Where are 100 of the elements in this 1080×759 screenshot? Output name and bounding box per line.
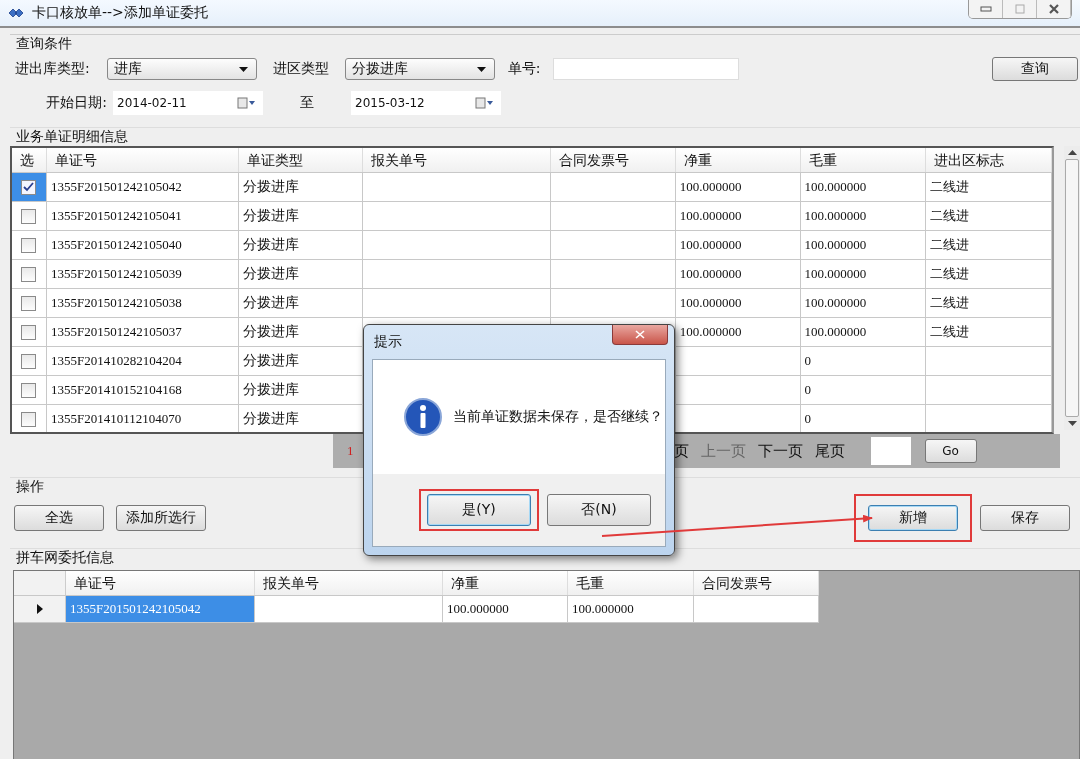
date-field[interactable]: 2015-03-12 <box>351 91 501 115</box>
table-cell: 0 <box>804 353 811 369</box>
column-header: 报关单号 <box>363 148 551 172</box>
action-button[interactable]: 保存 <box>980 505 1070 531</box>
maximize-icon <box>1014 4 1025 14</box>
field-label: 进区类型 <box>272 60 330 78</box>
page-field[interactable] <box>870 437 911 465</box>
table-cell: 二线进 <box>930 265 970 283</box>
checkbox[interactable] <box>21 324 37 340</box>
scroll-up-icon[interactable] <box>1067 150 1077 155</box>
table-cell: 二线进 <box>930 294 970 312</box>
pager-link[interactable]: 下一页 <box>757 441 803 461</box>
table-cell: 分拨进库 <box>242 265 299 283</box>
date-field[interactable]: 2014-02-11 <box>113 91 263 115</box>
scroll-down-icon[interactable] <box>1067 421 1077 426</box>
table-cell: 100.000000 <box>679 295 742 311</box>
field-label: 开始日期: <box>45 94 108 112</box>
table-cell: 1355F201501242105038 <box>50 295 182 311</box>
calendar-icon[interactable] <box>475 97 493 109</box>
zone-dropdown[interactable]: 分拨进库 <box>345 58 495 80</box>
table-cell: 分拨进库 <box>242 381 299 399</box>
checkbox[interactable] <box>21 266 37 282</box>
table-cell: 分拨进库 <box>242 323 299 341</box>
table-cell: 二线进 <box>930 323 970 341</box>
number-field[interactable] <box>553 58 739 80</box>
action-button[interactable]: 新增 <box>868 505 958 531</box>
checkbox[interactable] <box>21 353 37 369</box>
table-cell: 二线进 <box>930 178 970 196</box>
type-dropdown[interactable]: 进库 <box>107 58 257 80</box>
dialog-title: 提示 <box>374 333 402 351</box>
dialog-message: 当前单证数据未保存，是否继续？ <box>453 408 663 426</box>
action-button[interactable]: 添加所选行 <box>116 505 206 531</box>
calendar-icon[interactable] <box>237 97 255 109</box>
row-header[interactable] <box>14 596 66 622</box>
field-label: 至 <box>299 94 315 112</box>
close-button[interactable] <box>612 325 668 345</box>
info-icon <box>403 397 443 437</box>
table-cell: 100.000000 <box>804 295 867 311</box>
table-cell: 100.000000 <box>572 601 634 617</box>
table-cell: 1355F201410112104070 <box>50 411 182 427</box>
table-cell: 1355F201501242105042 <box>50 179 182 195</box>
column-header: 单证号 <box>46 148 239 172</box>
dialog-button[interactable]: 否(N) <box>547 494 651 526</box>
column-header: 选 <box>12 148 47 172</box>
section-title: 业务单证明细信息 <box>10 127 1080 145</box>
column-header: 合同发票号 <box>551 148 676 172</box>
table-cell: 分拨进库 <box>242 410 299 428</box>
table-cell: 1355F201410282104204 <box>50 353 182 369</box>
pager-link[interactable]: 页 <box>673 441 689 461</box>
table-cell: 1355F201501242105041 <box>50 208 182 224</box>
table-cell: 1355F201410152104168 <box>50 382 182 398</box>
table-cell: 100.000000 <box>804 266 867 282</box>
column-header: 报关单号 <box>255 571 443 595</box>
table-cell: 100.000000 <box>679 324 742 340</box>
table-cell: 1355F201501242105042 <box>70 601 201 617</box>
search-button[interactable]: 查询 <box>992 57 1078 81</box>
minimize-icon <box>979 6 992 12</box>
table-cell: 分拨进库 <box>242 207 299 225</box>
column-header: 单证号 <box>66 571 255 595</box>
close-icon <box>1047 3 1060 15</box>
caret-icon <box>477 66 486 72</box>
column-header: 毛重 <box>568 571 694 595</box>
checkbox[interactable] <box>21 208 37 224</box>
table-cell: 100.000000 <box>679 179 742 195</box>
table-cell: 100.000000 <box>804 324 867 340</box>
close-icon <box>635 330 645 339</box>
checkbox[interactable] <box>21 179 37 195</box>
close-button[interactable] <box>1037 0 1071 18</box>
table-cell: 分拨进库 <box>242 294 299 312</box>
column-header: 单证类型 <box>238 148 364 172</box>
table-cell: 0 <box>804 411 811 427</box>
action-button[interactable]: 全选 <box>14 505 104 531</box>
go-button[interactable]: Go <box>924 439 977 463</box>
table-cell: 100.000000 <box>679 208 742 224</box>
checkbox[interactable] <box>21 411 37 427</box>
checkbox[interactable] <box>21 237 37 253</box>
table-cell: 100.000000 <box>679 237 742 253</box>
minimize-button[interactable] <box>969 0 1003 18</box>
table-cell: 100.000000 <box>804 208 867 224</box>
table-cell: 0 <box>804 382 811 398</box>
column-header: 毛重 <box>800 148 927 172</box>
table-cell: 分拨进库 <box>242 236 299 254</box>
column-header: 合同发票号 <box>694 571 819 595</box>
diamond-icon <box>8 8 24 18</box>
table-cell: 1355F201501242105037 <box>50 324 182 340</box>
table-cell: 100.000000 <box>447 601 509 617</box>
table-cell: 1355F201501242105040 <box>50 237 182 253</box>
table-cell: 1355F201501242105039 <box>50 266 182 282</box>
window-title: 卡口核放单-->添加单证委托 <box>32 4 208 22</box>
table-cell: 分拨进库 <box>242 352 299 370</box>
table-cell: 分拨进库 <box>242 178 299 196</box>
checkbox[interactable] <box>21 382 37 398</box>
field-label: 单号: <box>506 60 542 78</box>
column-header: 进出区标志 <box>926 148 1053 172</box>
checkbox[interactable] <box>21 295 37 311</box>
dialog-button[interactable]: 是(Y) <box>427 494 531 526</box>
column-header: 净重 <box>675 148 801 172</box>
pager-link[interactable]: 尾页 <box>814 441 845 461</box>
table-cell: 100.000000 <box>804 179 867 195</box>
table-cell: 二线进 <box>930 207 970 225</box>
